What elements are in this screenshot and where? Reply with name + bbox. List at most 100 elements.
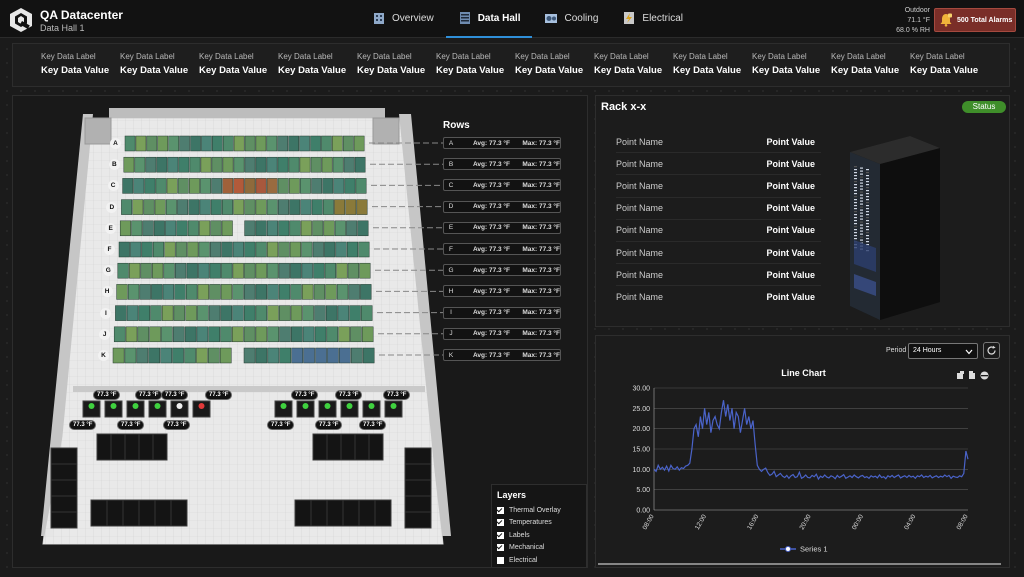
row-summary-item[interactable]: K Avg: 77.3 °F Max: 77.3 °F bbox=[443, 349, 561, 361]
layer-labels[interactable]: Labels bbox=[497, 529, 581, 542]
layer-mechanical[interactable]: Mechanical bbox=[497, 542, 581, 555]
layer-thermal-overlay[interactable]: Thermal Overlay bbox=[497, 504, 581, 517]
rack-led bbox=[860, 230, 863, 232]
rack-unit bbox=[119, 220, 131, 237]
rack-unit bbox=[152, 241, 165, 258]
rack-unit bbox=[174, 284, 186, 300]
point-value: Point Value bbox=[766, 292, 815, 303]
point-name: Point Name bbox=[616, 136, 664, 147]
checkbox-icon[interactable] bbox=[497, 531, 504, 539]
row-label-bubble[interactable]: J bbox=[99, 328, 111, 340]
row-summary-item[interactable]: I Avg: 77.3 °F Max: 77.3 °F bbox=[443, 306, 561, 319]
tab-electrical[interactable]: Electrical bbox=[610, 0, 695, 38]
row-label-bubble[interactable]: I bbox=[100, 307, 112, 319]
rack-led bbox=[860, 212, 863, 214]
rack-unit bbox=[222, 156, 234, 173]
rack-led bbox=[866, 169, 869, 171]
rack-led bbox=[866, 184, 869, 186]
tab-cooling-label: Cooling bbox=[564, 12, 599, 24]
layer-label: Temperatures bbox=[509, 519, 552, 527]
row-label-bubble[interactable]: K bbox=[98, 350, 109, 361]
row-label-bubble[interactable]: B bbox=[108, 159, 120, 171]
point-name: Point Name bbox=[616, 225, 664, 236]
rack-unit bbox=[326, 326, 339, 343]
row-summary-item[interactable]: A Avg: 77.3 °F Max: 77.3 °F bbox=[443, 137, 561, 149]
row-label-bubble[interactable]: D bbox=[106, 201, 118, 213]
rack-unit bbox=[323, 220, 335, 237]
rack-unit bbox=[357, 220, 369, 237]
rack-led bbox=[860, 197, 863, 199]
rack-led bbox=[854, 229, 857, 231]
rack-led bbox=[860, 236, 863, 238]
rack-unit bbox=[267, 347, 280, 364]
checkbox-icon[interactable] bbox=[497, 556, 504, 564]
checkbox-icon[interactable] bbox=[497, 544, 504, 552]
row-label-bubble[interactable]: H bbox=[101, 286, 113, 298]
row-label-bubble[interactable]: C bbox=[107, 180, 119, 192]
rack-led bbox=[854, 175, 857, 177]
crac-temp-chip: 77.3 °F bbox=[335, 390, 363, 400]
row-label-bubble[interactable]: A bbox=[110, 138, 121, 149]
row-id: H bbox=[448, 287, 454, 295]
row-summary-item[interactable]: E Avg: 77.3 °F Max: 77.3 °F bbox=[443, 221, 561, 234]
tab-overview[interactable]: Overview bbox=[360, 0, 446, 38]
crac-unit bbox=[104, 400, 123, 418]
row-summary-item[interactable]: B Avg: 77.3 °F Max: 77.3 °F bbox=[443, 158, 561, 171]
row-id: C bbox=[448, 181, 454, 189]
rack-unit bbox=[346, 241, 359, 258]
row-summary-item[interactable]: C Avg: 77.3 °F Max: 77.3 °F bbox=[443, 179, 561, 192]
layer-temperatures[interactable]: Temperatures bbox=[497, 517, 581, 530]
column-left bbox=[84, 117, 112, 145]
rack-led bbox=[860, 227, 863, 229]
kpi-strip: Key Data Label Key Data Value Key Data La… bbox=[12, 43, 1010, 87]
rack-unit bbox=[325, 284, 337, 300]
legend-label[interactable]: Series 1 bbox=[800, 545, 828, 554]
rack-unit bbox=[117, 262, 129, 279]
rack-unit bbox=[175, 241, 187, 258]
rack-led bbox=[866, 232, 869, 234]
crac-temp-chip: 77.3 °F bbox=[383, 390, 411, 400]
rack-led bbox=[860, 215, 863, 217]
row-summary-item[interactable]: H Avg: 77.3 °F Max: 77.3 °F bbox=[443, 285, 561, 298]
row-id: I bbox=[450, 309, 452, 317]
layer-electrical[interactable]: Electrical bbox=[497, 554, 581, 567]
rack-unit bbox=[187, 220, 199, 237]
rack-unit bbox=[232, 326, 244, 343]
row-summary-item[interactable]: F Avg: 77.3 °F Max: 77.3 °F bbox=[443, 243, 561, 255]
rack-unit bbox=[312, 220, 324, 237]
tab-cooling[interactable]: Cooling bbox=[532, 0, 610, 38]
point-row: Point Name Point Value bbox=[616, 286, 821, 308]
row-label-bubble[interactable]: G bbox=[102, 265, 114, 277]
rack-unit bbox=[267, 262, 279, 279]
checkbox-icon[interactable] bbox=[497, 519, 504, 527]
rack-unit bbox=[112, 347, 125, 364]
rack-led bbox=[866, 196, 869, 198]
line-chart[interactable]: 0.00 5.00 10.00 15.00 20.00 25.00 30.00 08:00 1… bbox=[596, 336, 1011, 569]
top-header: QA Datacenter Data Hall 1 Overview Data … bbox=[0, 0, 1024, 38]
point-row: Point Name Point Value bbox=[616, 175, 821, 198]
kpi-card: Key Data Label Key Data Value bbox=[673, 44, 752, 86]
row-summary-item[interactable]: D Avg: 77.3 °F Max: 77.3 °F bbox=[443, 200, 561, 213]
crac-temp-chip: 77.3 °F bbox=[93, 390, 121, 400]
row-summary-item[interactable]: J Avg: 77.3 °F Max: 77.3 °F bbox=[443, 327, 561, 340]
y-tick-label: 5.00 bbox=[636, 487, 650, 494]
outdoor-conditions: Outdoor 71.1 °F 68.0 % RH bbox=[880, 6, 930, 36]
rack-unit bbox=[290, 284, 302, 300]
point-row: Point Name Point Value bbox=[616, 220, 821, 242]
rack-unit bbox=[313, 284, 326, 300]
server-rack-3d-image bbox=[850, 136, 940, 320]
total-alarms-button[interactable]: 500 Total Alarms bbox=[934, 8, 1016, 32]
rack-unit bbox=[222, 135, 234, 152]
checkbox-icon[interactable] bbox=[497, 506, 504, 514]
row-label-bubble[interactable]: E bbox=[105, 222, 117, 234]
row-summary-item[interactable]: G Avg: 77.3 °F Max: 77.3 °F bbox=[443, 264, 561, 277]
row-avg-temp: Avg: 77.3 °F bbox=[472, 160, 510, 168]
row-max-temp: Max: 77.3 °F bbox=[522, 266, 560, 274]
tab-data-hall[interactable]: Data Hall bbox=[445, 0, 533, 38]
rack-unit bbox=[177, 178, 189, 194]
rack-led bbox=[854, 166, 857, 168]
rack-unit bbox=[266, 178, 278, 194]
layers-title: Layers bbox=[497, 490, 527, 500]
rack-unit bbox=[335, 241, 347, 258]
row-label-bubble[interactable]: F bbox=[104, 244, 115, 255]
